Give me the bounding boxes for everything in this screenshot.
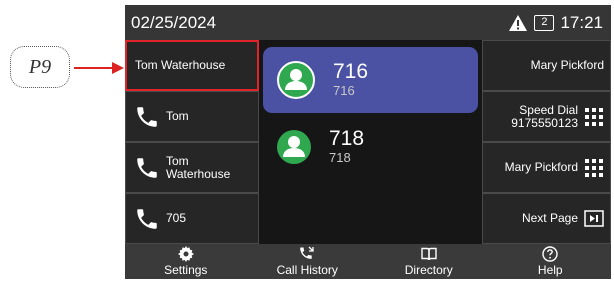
line-key-label: Tom Waterhouse [135, 58, 226, 72]
phone-screen: 02/25/2024 2 17:21 Tom Waterhouse Tom To… [125, 5, 611, 279]
call-text: 716 716 [333, 61, 368, 99]
call-history-softkey[interactable]: Call History [247, 244, 369, 279]
line-key-label: 705 [166, 211, 187, 225]
softkey-bar: Settings Call History Directory Help [125, 244, 611, 279]
annotation-label: P9 [28, 55, 52, 78]
keypad-icon [585, 158, 603, 177]
line-key-7[interactable]: Mary Pickford [482, 142, 611, 193]
phone-icon [137, 157, 157, 178]
right-line-keys: Mary Pickford Speed Dial 9175550123 Mary… [482, 40, 611, 244]
line-key-8[interactable]: Next Page [482, 193, 611, 244]
call-item-active[interactable]: 716 716 [263, 47, 478, 113]
annotation-arrow-head [112, 62, 124, 74]
warning-icon [509, 14, 528, 31]
book-icon [421, 247, 437, 261]
line-key-3[interactable]: Tom Waterhouse [125, 142, 259, 193]
keypad-icon [585, 107, 603, 126]
gear-icon [177, 246, 194, 262]
softkey-label: Settings [164, 263, 208, 277]
line-key-label: Next Page [521, 211, 578, 225]
status-right: 2 17:21 [508, 13, 603, 33]
line-key-label: Tom Waterhouse [166, 153, 231, 181]
status-date: 02/25/2024 [131, 12, 217, 32]
left-line-keys: Tom Waterhouse Tom Tom Waterhouse 705 [125, 40, 259, 244]
person-icon [285, 69, 307, 90]
phone-icon [137, 106, 157, 127]
status-bar: 02/25/2024 2 17:21 [125, 5, 611, 40]
call-subtext: 718 [329, 150, 351, 165]
help-softkey[interactable]: Help [490, 244, 612, 279]
softkey-label: Call History [276, 263, 338, 277]
line-icon: 2 [534, 14, 555, 31]
call-subtext: 716 [333, 83, 355, 98]
phone-icon [137, 208, 157, 229]
next-page-icon [584, 210, 604, 227]
call-number: 716 [333, 60, 369, 83]
line-key-label: Mary Pickford [530, 58, 604, 72]
line-key-4[interactable]: 705 [125, 193, 259, 244]
person-icon [283, 136, 305, 157]
line-key-2[interactable]: Tom [125, 91, 259, 142]
annotation-callout: P9 [10, 46, 70, 88]
contact-avatar [277, 61, 315, 99]
line-key-label: Mary Pickford [504, 160, 578, 174]
line-key-label: Tom [166, 109, 189, 123]
softkey-label: Help [537, 263, 563, 277]
call-history-icon [300, 246, 314, 259]
line-key-label: Speed Dial 9175550123 [511, 102, 578, 130]
line-key-6[interactable]: Speed Dial 9175550123 [482, 91, 611, 142]
help-icon [542, 246, 558, 262]
call-number: 718 [329, 127, 365, 150]
softkey-label: Directory [404, 263, 453, 277]
call-text: 718 718 [329, 128, 364, 166]
line-key-1[interactable]: Tom Waterhouse [125, 40, 259, 91]
call-item[interactable]: 718 718 [263, 114, 478, 180]
annotation-arrow [74, 67, 114, 69]
call-list: 716 716 718 718 [259, 40, 482, 244]
line-key-5[interactable]: Mary Pickford [482, 40, 611, 91]
status-time: 17:21 [560, 12, 603, 32]
contact-avatar [277, 130, 311, 164]
directory-softkey[interactable]: Directory [368, 244, 490, 279]
settings-softkey[interactable]: Settings [125, 244, 247, 279]
